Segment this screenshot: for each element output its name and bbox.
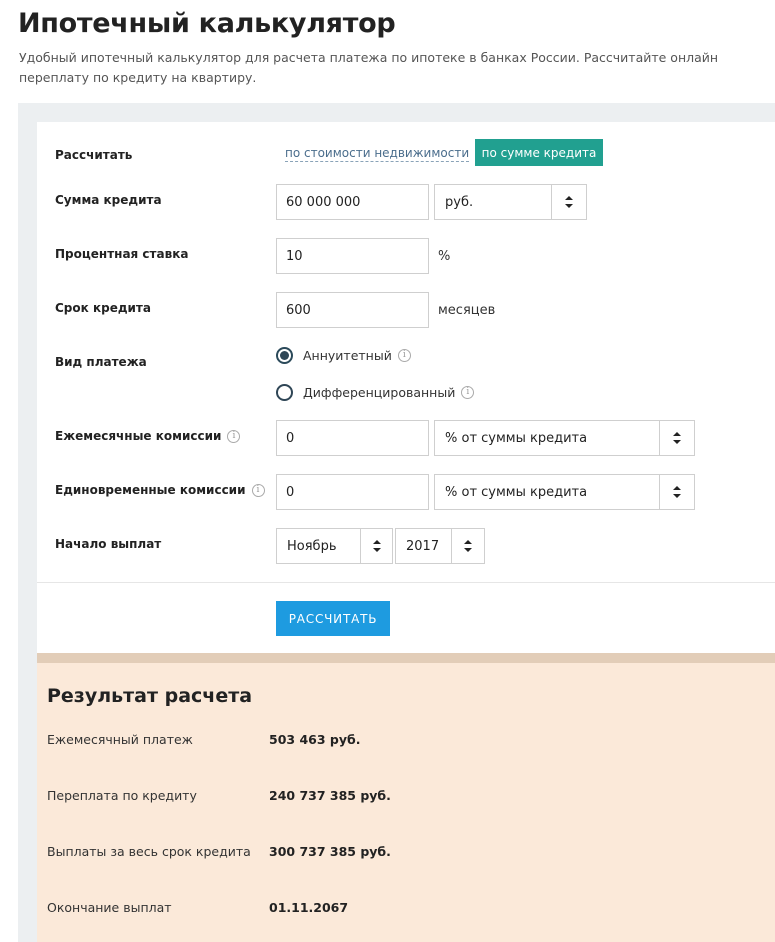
start-date-label: Начало выплат xyxy=(55,537,162,551)
start-month-value: Ноябрь xyxy=(287,538,337,554)
result-total-payments-label: Выплаты за весь срок кредита xyxy=(47,844,251,859)
monthly-fees-input[interactable]: 0 xyxy=(276,420,429,456)
one-time-fees-basis-value: % от суммы кредита xyxy=(445,484,588,500)
interest-rate-label: Процентная ставка xyxy=(55,247,189,261)
calculator-form: Рассчитать по стоимости недвижимости по … xyxy=(37,122,775,653)
one-time-fees-basis-select[interactable]: % от суммы кредита xyxy=(434,474,695,510)
updown-arrows-icon xyxy=(360,529,392,563)
form-divider xyxy=(37,582,775,583)
one-time-fees-label: Единовременные комиссии i xyxy=(55,483,265,497)
currency-select[interactable]: руб. xyxy=(434,184,587,220)
page-description: Удобный ипотечный калькулятор для расчет… xyxy=(19,50,719,85)
start-year-select[interactable]: 2017 xyxy=(395,528,485,564)
currency-select-value: руб. xyxy=(445,194,474,210)
result-monthly-payment-value: 503 463 руб. xyxy=(269,732,361,747)
calc-mode-label: Рассчитать xyxy=(55,148,133,162)
loan-amount-input[interactable]: 60 000 000 xyxy=(276,184,429,220)
monthly-fees-label: Ежемесячные комиссии i xyxy=(55,429,241,443)
updown-arrows-icon xyxy=(451,529,484,563)
calculator-panel: Рассчитать по стоимости недвижимости по … xyxy=(18,103,775,942)
updown-arrows-icon xyxy=(551,185,586,219)
result-panel: Результат расчета Ежемесячный платеж 503… xyxy=(37,653,775,942)
interest-rate-input[interactable]: 10 xyxy=(276,238,429,274)
result-title: Результат расчета xyxy=(47,685,253,707)
result-overpayment-value: 240 737 385 руб. xyxy=(269,788,391,803)
interest-rate-unit: % xyxy=(438,249,451,264)
loan-term-label: Срок кредита xyxy=(55,301,151,315)
updown-arrows-icon xyxy=(659,475,694,509)
radio-checked-icon xyxy=(276,347,293,364)
result-monthly-payment-label: Ежемесячный платеж xyxy=(47,732,193,747)
loan-amount-label: Сумма кредита xyxy=(55,193,162,207)
calculate-button[interactable]: РАССЧИТАТЬ xyxy=(276,601,390,636)
tab-by-loan-amount[interactable]: по сумме кредита xyxy=(475,139,603,166)
radio-differentiated-label: Дифференцированный xyxy=(303,385,456,400)
page-title: Ипотечный калькулятор xyxy=(18,8,396,39)
monthly-fees-basis-select[interactable]: % от суммы кредита xyxy=(434,420,695,456)
updown-arrows-icon xyxy=(659,421,694,455)
loan-term-input[interactable]: 600 xyxy=(276,292,429,328)
result-total-payments-value: 300 737 385 руб. xyxy=(269,844,391,859)
info-icon[interactable]: i xyxy=(251,483,265,497)
info-icon[interactable]: i xyxy=(227,429,241,443)
result-end-date-value: 01.11.2067 xyxy=(269,900,349,915)
radio-annuity-label: Аннуитетный xyxy=(303,348,392,363)
radio-differentiated[interactable]: Дифференцированный i xyxy=(276,384,475,401)
radio-annuity[interactable]: Аннуитетный i xyxy=(276,347,411,364)
radio-unchecked-icon xyxy=(276,384,293,401)
result-overpayment-label: Переплата по кредиту xyxy=(47,788,197,803)
payment-type-label: Вид платежа xyxy=(55,355,147,369)
result-top-bar xyxy=(37,653,775,663)
info-icon[interactable]: i xyxy=(461,386,475,399)
tab-by-property-price[interactable]: по стоимости недвижимости xyxy=(285,146,470,162)
monthly-fees-basis-value: % от суммы кредита xyxy=(445,430,588,446)
info-icon[interactable]: i xyxy=(397,349,411,362)
loan-term-unit: месяцев xyxy=(438,303,496,318)
start-month-select[interactable]: Ноябрь xyxy=(276,528,393,564)
one-time-fees-input[interactable]: 0 xyxy=(276,474,429,510)
start-year-value: 2017 xyxy=(406,538,440,554)
result-end-date-label: Окончание выплат xyxy=(47,900,172,915)
